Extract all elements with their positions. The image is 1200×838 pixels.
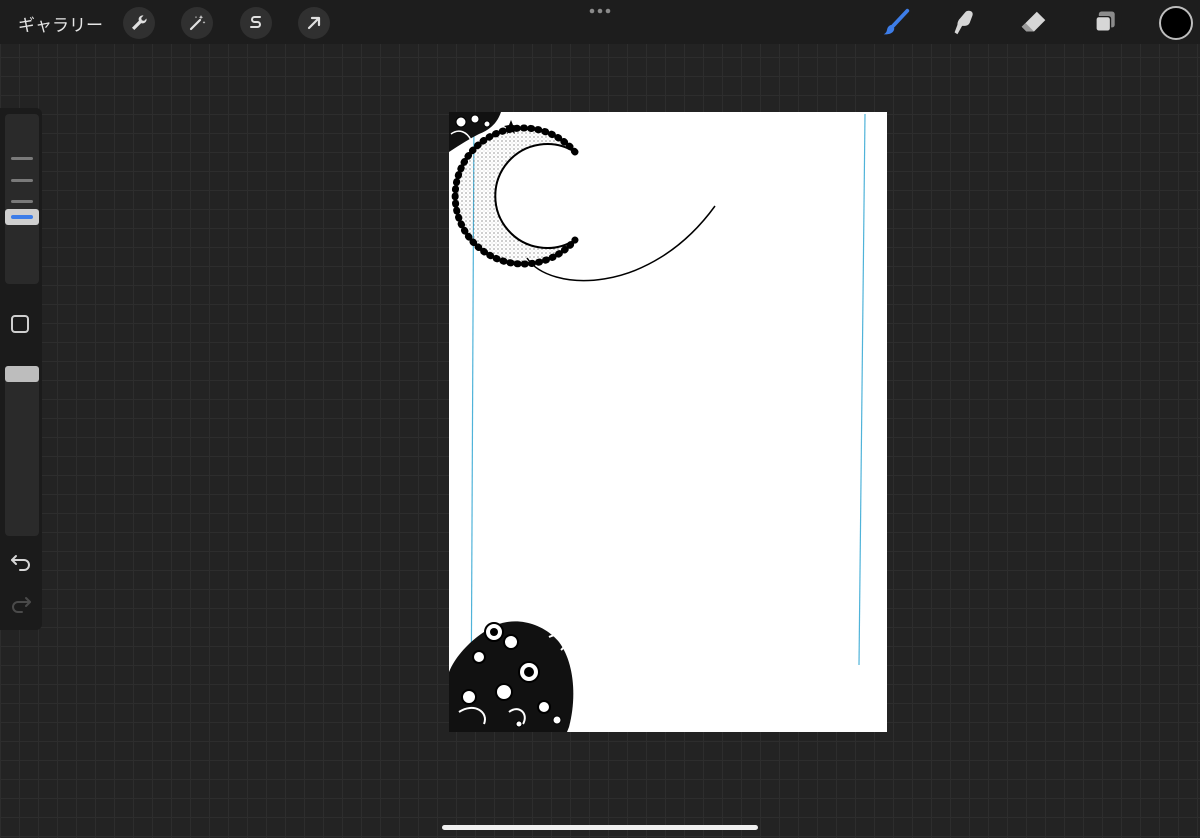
brush-icon	[883, 8, 910, 35]
opacity-thumb[interactable]	[5, 366, 39, 382]
magic-wand-icon	[189, 15, 206, 31]
actions-button[interactable]	[123, 7, 155, 39]
wrench-icon	[132, 15, 147, 30]
size-tick	[11, 179, 33, 182]
crescent-moon	[451, 124, 579, 268]
size-tick	[11, 157, 33, 160]
brush-size-thumb[interactable]	[5, 209, 39, 225]
undo-icon[interactable]	[9, 552, 33, 572]
brush-tool-button[interactable]	[879, 6, 913, 40]
eraser-icon	[1021, 11, 1046, 32]
opacity-slider[interactable]	[5, 366, 39, 536]
selection-icon	[250, 16, 261, 28]
artwork	[449, 112, 866, 732]
more-options-icon[interactable]	[586, 4, 614, 18]
brush-size-slider[interactable]	[5, 114, 39, 284]
guide-line-right	[858, 113, 866, 666]
color-picker-swatch[interactable]	[1159, 6, 1193, 40]
eraser-tool-button[interactable]	[1017, 6, 1051, 40]
drawing-canvas[interactable]	[449, 112, 887, 732]
top-toolbar: ギャラリー	[0, 0, 1200, 44]
transform-arrow-icon	[307, 16, 321, 30]
smudge-icon	[954, 10, 973, 35]
redo-icon[interactable]	[9, 594, 33, 614]
curved-stroke	[526, 205, 716, 282]
layers-icon	[1095, 11, 1115, 32]
selection-button[interactable]	[240, 7, 272, 39]
side-toolbar	[0, 108, 42, 630]
adjustments-button[interactable]	[181, 7, 213, 39]
gallery-button[interactable]: ギャラリー	[18, 11, 103, 36]
modify-button[interactable]	[11, 315, 29, 333]
corner-doodle-bottom	[449, 621, 574, 732]
size-tick	[11, 200, 33, 203]
transform-button[interactable]	[298, 7, 330, 39]
smudge-tool-button[interactable]	[947, 6, 981, 40]
layers-button[interactable]	[1088, 6, 1122, 40]
home-indicator[interactable]	[442, 825, 758, 830]
